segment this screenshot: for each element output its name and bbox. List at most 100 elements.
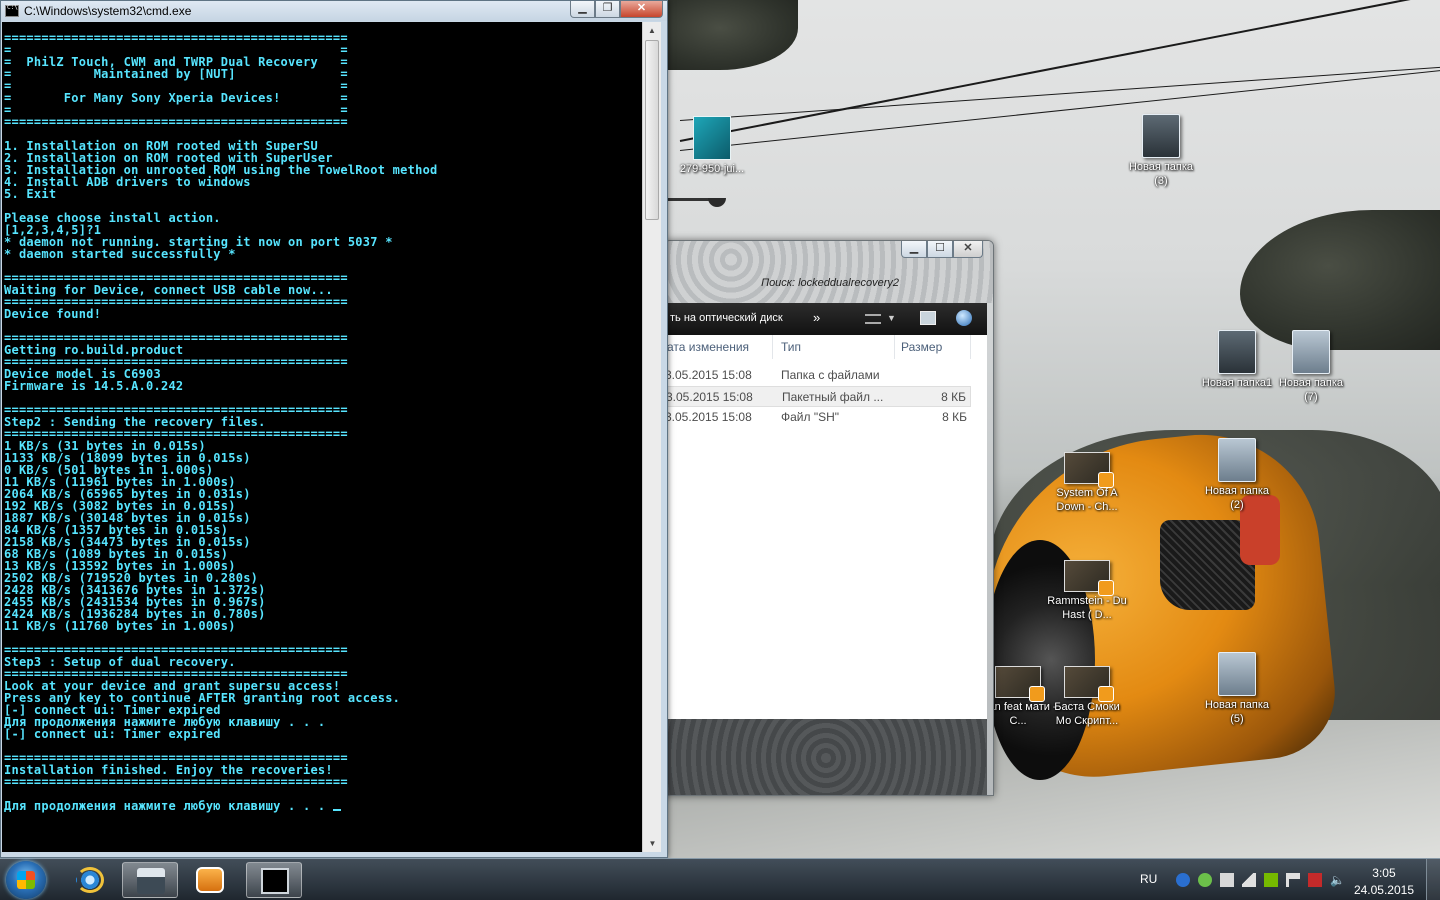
console-line: * daemon started successfully * [4,247,236,261]
console-line: ========================================… [4,775,348,789]
clock[interactable]: 3:05 24.05.2015 [1354,865,1414,899]
file-date: 3.05.2015 15:08 [665,368,752,382]
taskbar-internet-explorer[interactable] [62,862,118,898]
details-pane [665,719,987,795]
file-date: 3.05.2015 15:08 [665,410,752,424]
scroll-up-icon[interactable]: ▲ [643,22,661,39]
scrollbar-thumb[interactable] [645,40,659,220]
console-line: [-] connect ui: Timer expired [4,727,221,741]
security-icon[interactable] [1198,873,1212,887]
explorer-header: Поиск: lockeddualrecovery2 ▁ ☐ ✕ [665,241,993,303]
desktop-icon-label: Новая папка (2) [1204,485,1270,511]
power-line [679,66,1440,151]
video-file-icon [1064,560,1114,596]
scroll-down-icon[interactable]: ▼ [643,835,662,852]
folder-icon [1218,438,1256,482]
network-icon[interactable] [1308,873,1322,887]
chevron-down-icon[interactable]: ▼ [887,313,903,327]
desktop-icon-image[interactable]: 279-950-jui... [672,116,752,176]
file-row[interactable]: 3.05.2015 15:08 Пакетный файл ... 8 КБ [665,386,971,407]
cmd-window[interactable]: C:\Windows\system32\cmd.exe ▁ ❐ ✕ ======… [0,0,668,858]
cmd-window-title: C:\Windows\system32\cmd.exe [24,4,192,18]
scanner-icon [137,868,165,894]
taskbar-scanner[interactable] [122,862,178,898]
desktop-icon-label: Новая папка (7) [1278,377,1344,403]
show-desktop-button[interactable] [1426,859,1440,900]
folder-icon [1142,114,1180,158]
taskbar: RU 🔈 3:05 24.05.2015 [0,858,1440,900]
burn-to-disc-button[interactable]: ть на оптический диск [670,312,783,324]
more-commands-button[interactable]: » [813,310,820,325]
file-size: 8 КБ [942,410,967,424]
folder-icon [1218,330,1256,374]
language-indicator[interactable]: RU [1140,872,1157,886]
column-header-type[interactable]: Тип [777,335,895,359]
file-type: Пакетный файл ... [782,390,884,404]
cmd-icon [261,868,289,894]
console-lines: ========================================… [4,32,642,812]
file-size: 8 КБ [941,390,966,404]
folder-icon [1218,652,1256,696]
bluetooth-icon[interactable] [1176,873,1190,887]
maximize-button[interactable]: ☐ [927,241,953,258]
minimize-button[interactable]: ▁ [570,1,595,18]
desktop-icon-video[interactable]: Rammstein - Du Hast ( D... [1047,560,1127,622]
preview-pane-icon[interactable] [920,311,936,325]
internet-explorer-icon [76,867,104,893]
console-line: ========================================… [4,115,348,129]
desktop-icon-folder[interactable]: Новая папка (5) [1197,652,1277,726]
taskbar-media-player[interactable] [182,862,238,898]
desktop-icon-video[interactable]: Баста Смоки Мо Скрипт... [1047,666,1127,728]
wifi-icon[interactable] [1242,873,1256,887]
column-header-size[interactable]: Размер [897,335,971,359]
volume-icon[interactable]: 🔈 [1330,873,1345,887]
video-file-icon [1064,452,1114,488]
explorer-window[interactable]: Поиск: lockeddualrecovery2 ▁ ☐ ✕ ть на о… [664,240,994,796]
console-line: 11 KB/s (11760 bytes in 1.000s) [4,619,236,633]
desktop-icon-label: System Of A Down - Ch... [1056,487,1118,513]
folder-icon [1292,330,1330,374]
hill-right [1240,210,1440,350]
desktop-icon-label: Новая папка (3) [1128,161,1194,187]
console-line: 5. Exit [4,187,57,201]
column-header-date[interactable]: ата изменения [665,335,773,359]
file-row[interactable]: 3.05.2015 15:08 Файл "SH" 8 КБ [665,407,971,428]
file-list: ата изменения Тип Размер 3.05.2015 15:08… [665,335,987,719]
console-line: Firmware is 14.5.A.0.242 [4,379,184,393]
close-button[interactable]: ✕ [620,1,663,18]
desktop-icon-video[interactable]: System Of A Down - Ch... [1047,452,1127,514]
nvidia-icon[interactable] [1264,873,1278,887]
desktop-icon-folder[interactable]: Новая папка (3) [1121,114,1201,188]
file-type: Папка с файлами [781,368,880,382]
minimize-button[interactable]: ▁ [901,241,927,258]
desktop-icon-folder[interactable]: Новая папка1 [1197,330,1277,390]
maximize-button[interactable]: ❐ [595,1,620,18]
clock-time: 3:05 [1372,866,1396,880]
file-type: Файл "SH" [781,410,840,424]
video-file-icon [995,666,1045,702]
start-button[interactable] [6,861,46,899]
file-date: 3.05.2015 15:08 [666,390,753,404]
video-file-icon [1064,666,1114,702]
clock-date: 24.05.2015 [1353,883,1414,897]
view-options-icon[interactable] [865,314,881,324]
explorer-window-controls: ▁ ☐ ✕ [901,241,983,258]
help-icon[interactable] [956,310,972,326]
console-scrollbar[interactable]: ▲ ▼ [642,22,661,852]
file-row[interactable]: 3.05.2015 15:08 Папка с файлами [665,365,971,386]
desktop-icon-folder[interactable]: Новая папка (7) [1271,330,1351,404]
desktop-icon-folder[interactable]: Новая папка (2) [1197,438,1277,512]
street-lamp-head [708,198,726,207]
cmd-titlebar[interactable]: C:\Windows\system32\cmd.exe ▁ ❐ ✕ [1,1,667,21]
taskbar-cmd[interactable] [246,862,302,898]
tree-foliage [668,0,798,70]
desktop-icon-label: Новая папка (5) [1204,699,1270,725]
system-tray: RU 🔈 3:05 24.05.2015 [1120,859,1440,900]
console-output[interactable]: ========================================… [2,22,642,852]
power-line [679,64,1440,121]
usb-device-icon[interactable] [1220,873,1234,887]
action-center-flag-icon[interactable] [1286,873,1300,887]
console-line: 4. Install ADB drivers to windows [4,175,251,189]
close-button[interactable]: ✕ [953,241,983,258]
cmd-system-icon[interactable] [5,4,19,17]
